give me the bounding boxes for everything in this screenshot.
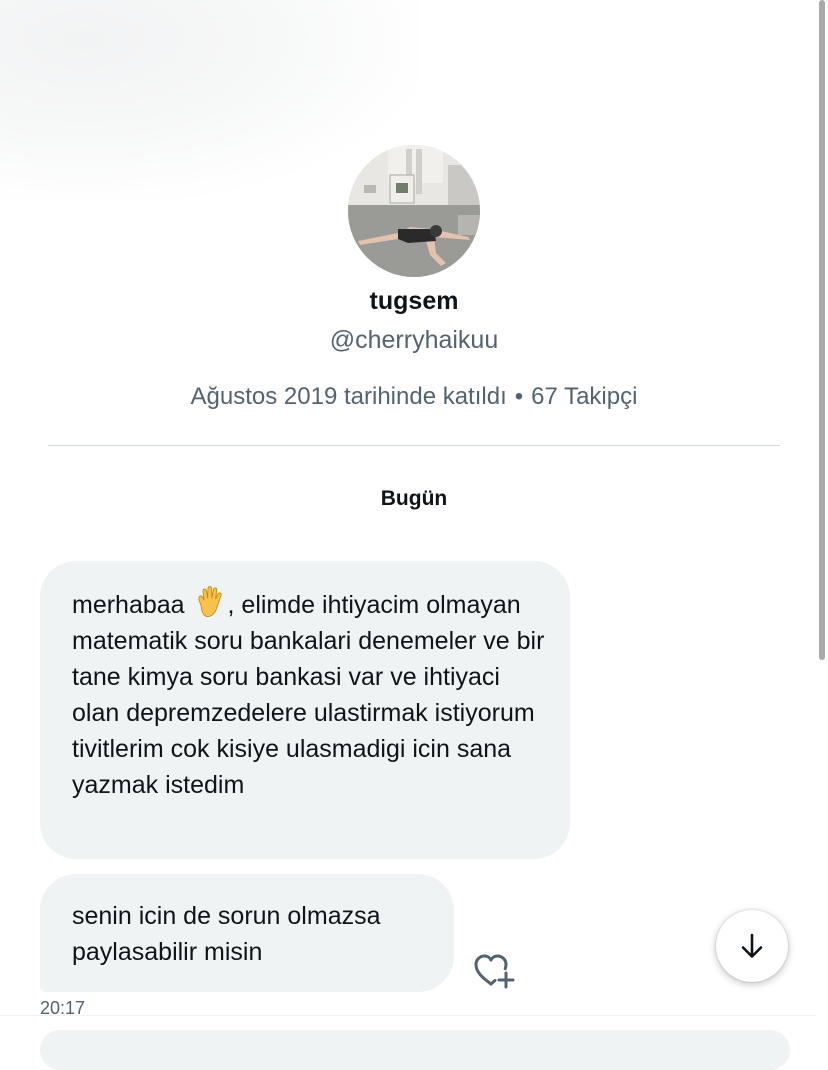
header-divider [48,445,780,446]
message-text: senin icin de sorun olmazsa paylasabilir… [72,902,381,966]
heart-plus-icon [474,954,515,989]
joined-date: Ağustos 2019 tarihinde katıldı [190,383,507,410]
meta-separator: • [514,383,524,410]
message-bubble[interactable]: senin icin de sorun olmazsa paylasabilir… [40,874,454,992]
scroll-to-bottom-button[interactable] [716,910,788,982]
add-reaction-button[interactable] [472,951,516,991]
arrow-down-icon [741,933,763,958]
followers-count[interactable]: 67 Takipçi [531,383,637,410]
message-text: merhabaa [72,591,192,619]
profile-avatar[interactable] [348,145,480,277]
message-bubble[interactable]: merhabaa , elimde ihtiyacim olmayan mate… [40,561,570,859]
day-separator: Bugün [380,487,448,510]
profile-handle[interactable]: @cherryhaikuu [0,326,828,355]
avatar-photo [348,145,480,277]
background-glare [0,0,420,200]
raised-hand-emoji-icon [197,586,222,617]
profile-meta: Ağustos 2019 tarihinde katıldı • 67 Takipç… [0,383,828,411]
list-bottom-divider [0,1015,816,1016]
message-bubble-partial[interactable] [40,1030,790,1070]
profile-display-name[interactable]: tugsem [0,287,828,316]
message-text-continued: , elimde ihtiyacim olmayan matematik sor… [72,591,545,799]
scrollbar[interactable] [816,0,828,1043]
